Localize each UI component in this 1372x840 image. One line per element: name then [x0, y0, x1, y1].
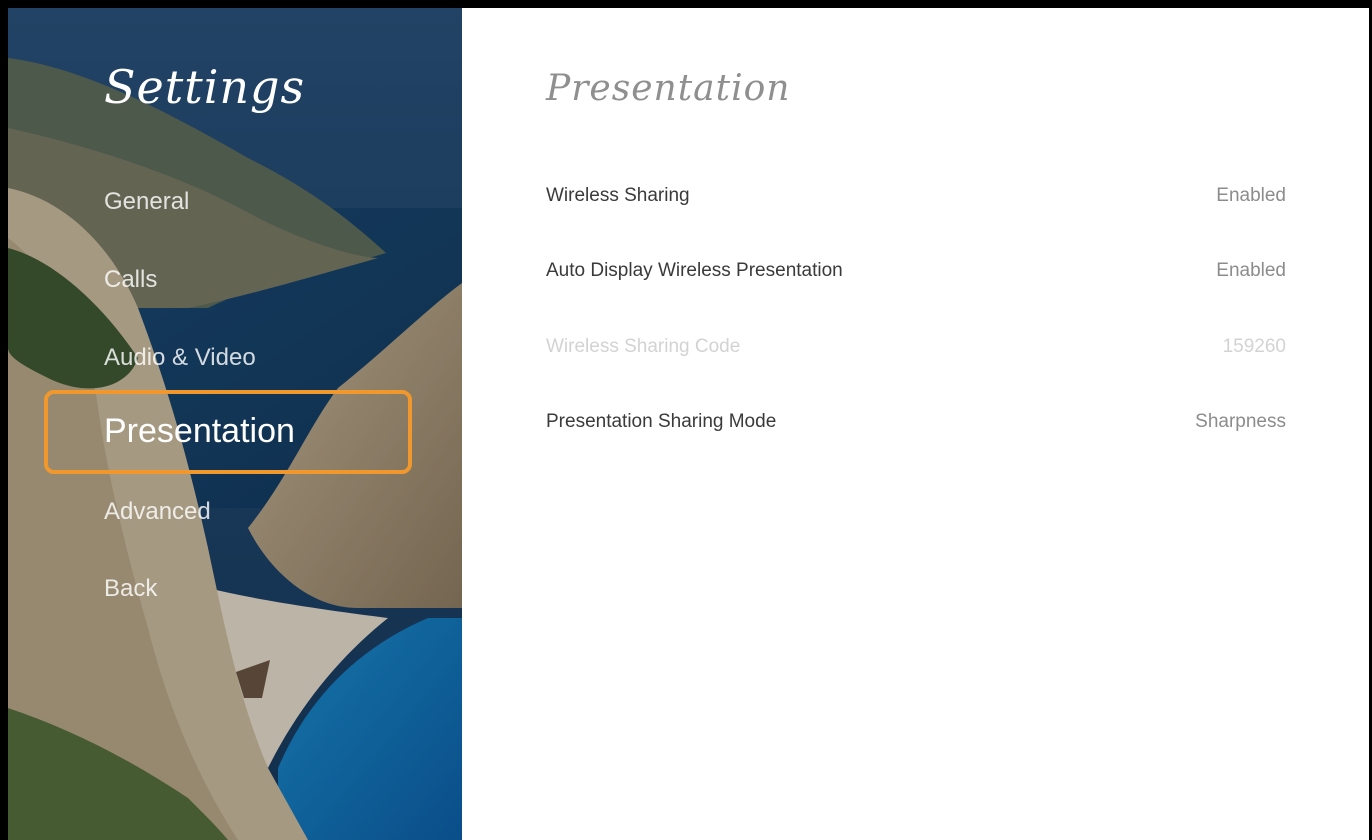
nav-item-general[interactable]: General	[104, 188, 189, 216]
setting-row-presentation-sharing-mode[interactable]: Presentation Sharing Mode Sharpness	[546, 402, 1286, 442]
nav-item-audio-video[interactable]: Audio & Video	[104, 344, 256, 372]
nav-item-advanced[interactable]: Advanced	[104, 498, 211, 526]
settings-sidebar: Settings General Calls Audio & Video Pre…	[8, 8, 462, 840]
setting-label: Wireless Sharing	[546, 185, 690, 206]
setting-row-auto-display-wireless-presentation[interactable]: Auto Display Wireless Presentation Enabl…	[546, 251, 1286, 291]
nav-item-back[interactable]: Back	[104, 575, 157, 603]
setting-label: Auto Display Wireless Presentation	[546, 260, 843, 281]
nav-item-calls[interactable]: Calls	[104, 266, 157, 294]
setting-row-wireless-sharing[interactable]: Wireless Sharing Enabled	[546, 176, 1286, 216]
setting-label: Presentation Sharing Mode	[546, 411, 777, 432]
setting-value: Enabled	[1216, 260, 1286, 281]
settings-window: Settings General Calls Audio & Video Pre…	[0, 0, 1372, 840]
setting-value: Enabled	[1216, 185, 1286, 206]
nav-item-presentation[interactable]: Presentation	[104, 412, 295, 451]
setting-label: Wireless Sharing Code	[546, 336, 741, 357]
setting-row-wireless-sharing-code: Wireless Sharing Code 159260	[546, 327, 1286, 367]
setting-value: 159260	[1222, 336, 1286, 357]
page-title: Presentation	[546, 68, 791, 109]
settings-nav: General Calls Audio & Video Presentation…	[8, 8, 462, 840]
settings-content-pane: Presentation Wireless Sharing Enabled Au…	[462, 8, 1369, 840]
setting-value: Sharpness	[1195, 411, 1286, 432]
